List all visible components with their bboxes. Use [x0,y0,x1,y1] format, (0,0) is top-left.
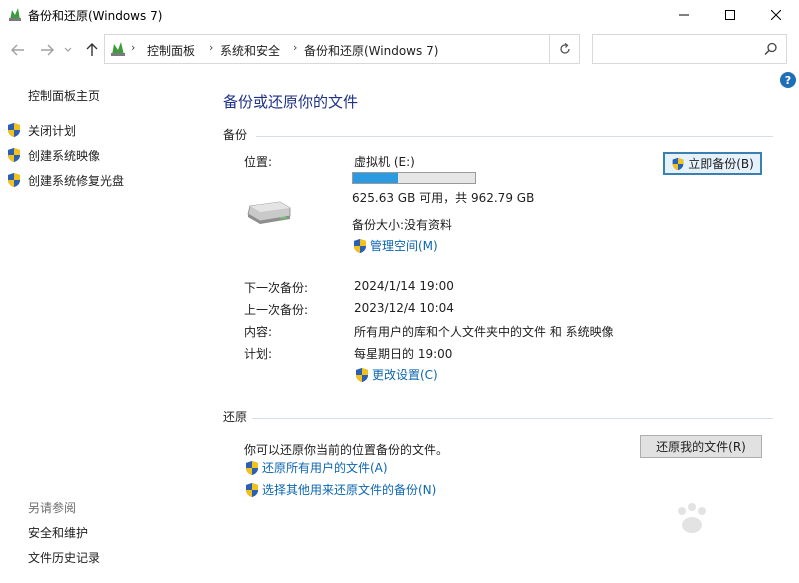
search-icon [764,42,777,56]
refresh-button[interactable] [549,35,579,63]
restore-section-divider [252,418,773,419]
minimize-icon [679,14,689,16]
page-title: 备份或还原你的文件 [223,93,359,111]
uac-shield-icon [244,460,260,476]
recent-locations-button[interactable] [61,40,75,60]
sidebar-control-panel-home[interactable]: 控制面板主页 [28,87,100,104]
backup-section-heading: 备份 [223,128,248,142]
select-other-backup-link[interactable]: 选择其他用来还原文件的备份(N) [244,481,436,498]
breadcrumb-backup-restore[interactable]: 备份和还原(Windows 7) [304,42,438,59]
change-settings-label: 更改设置(C) [372,368,438,382]
hard-drive-icon [247,201,291,224]
sidebar-item-label: 创建系统修复光盘 [28,173,125,188]
back-arrow-icon [11,44,24,56]
restore-my-files-button[interactable]: 还原我的文件(R) [640,435,762,458]
uac-shield-icon [671,157,685,171]
uac-shield-icon [244,482,260,498]
backup-now-label: 立即备份(B) [688,157,754,171]
uac-shield-icon [354,367,370,383]
restore-description: 你可以还原你当前的位置备份的文件。 [244,443,449,457]
breadcrumb-control-panel[interactable]: 控制面板 [147,42,195,59]
breadcrumb-separator-icon: › [131,41,136,54]
restore-section-heading: 还原 [223,410,248,424]
sidebar-item-label: 创建系统映像 [28,148,101,163]
select-other-backup-label: 选择其他用来还原文件的备份(N) [262,483,437,497]
uac-shield-icon [6,172,22,188]
uac-shield-icon [6,147,22,163]
backup-section-divider [256,136,773,137]
close-icon [771,10,781,20]
restore-all-users-link[interactable]: 还原所有用户的文件(A) [244,459,388,476]
see-also-file-history[interactable]: 文件历史记录 [28,549,100,566]
maximize-icon [725,10,735,20]
chevron-down-icon [64,47,72,52]
free-space-text: 625.63 GB 可用，共 962.79 GB [352,191,535,205]
window-title: 备份和还原(Windows 7) [28,9,163,23]
backup-now-button[interactable]: 立即备份(B) [663,152,762,175]
next-backup-label: 下一次备份: [244,281,309,295]
backup-size-text: 备份大小:没有资料 [352,218,453,232]
forward-button[interactable] [37,40,57,60]
maximize-button[interactable] [707,0,753,30]
refresh-icon [559,43,570,54]
change-settings-link[interactable]: 更改设置(C) [354,366,438,383]
manage-space-link[interactable]: 管理空间(M) [352,237,438,254]
sidebar-item-create-system-image[interactable]: 创建系统映像 [6,146,100,164]
breadcrumb-separator-icon: › [293,41,298,54]
minimize-button[interactable] [661,0,707,30]
address-bar[interactable]: › 控制面板 › 系统和安全 › 备份和还原(Windows 7) [104,34,580,64]
back-button[interactable] [8,40,28,60]
sidebar-item-label: 关闭计划 [28,123,77,138]
sidebar-item-turn-off-schedule[interactable]: 关闭计划 [6,121,76,139]
help-icon[interactable]: ? [780,72,796,88]
schedule-label: 计划: [244,347,273,361]
see-also-security-maintenance[interactable]: 安全和维护 [28,524,88,541]
contents-value: 所有用户的库和个人文件夹中的文件 和 系统映像 [354,325,614,339]
restore-my-files-label: 还原我的文件(R) [656,440,746,454]
baidu-jingyan-watermark-logo [678,503,706,533]
search-input[interactable] [597,39,757,59]
forward-arrow-icon [41,44,54,56]
location-value: 虚拟机 (E:) [354,155,415,169]
last-backup-value: 2023/12/4 10:04 [354,301,454,315]
up-button[interactable] [82,40,102,60]
contents-label: 内容: [244,325,273,339]
schedule-value: 每星期日的 19:00 [354,347,453,361]
breadcrumb-system-security[interactable]: 系统和安全 [220,42,280,59]
backup-restore-app-icon [9,8,21,21]
breadcrumb-separator-icon: › [209,41,214,54]
up-arrow-icon [86,43,98,56]
close-button[interactable] [753,0,799,30]
uac-shield-icon [352,238,368,254]
manage-space-label: 管理空间(M) [370,239,438,253]
backup-restore-location-icon [111,42,125,56]
last-backup-label: 上一次备份: [244,303,309,317]
next-backup-value: 2024/1/14 19:00 [354,279,454,293]
disk-usage-fill [353,173,399,183]
uac-shield-icon [6,122,22,138]
search-box[interactable] [592,34,787,64]
see-also-heading: 另请参阅 [28,501,77,515]
restore-all-users-label: 还原所有用户的文件(A) [262,461,388,475]
location-label: 位置: [244,155,273,169]
disk-usage-bar [352,172,476,184]
title-bar: 备份和还原(Windows 7) [0,0,799,30]
sidebar-item-create-repair-disc[interactable]: 创建系统修复光盘 [6,171,124,189]
